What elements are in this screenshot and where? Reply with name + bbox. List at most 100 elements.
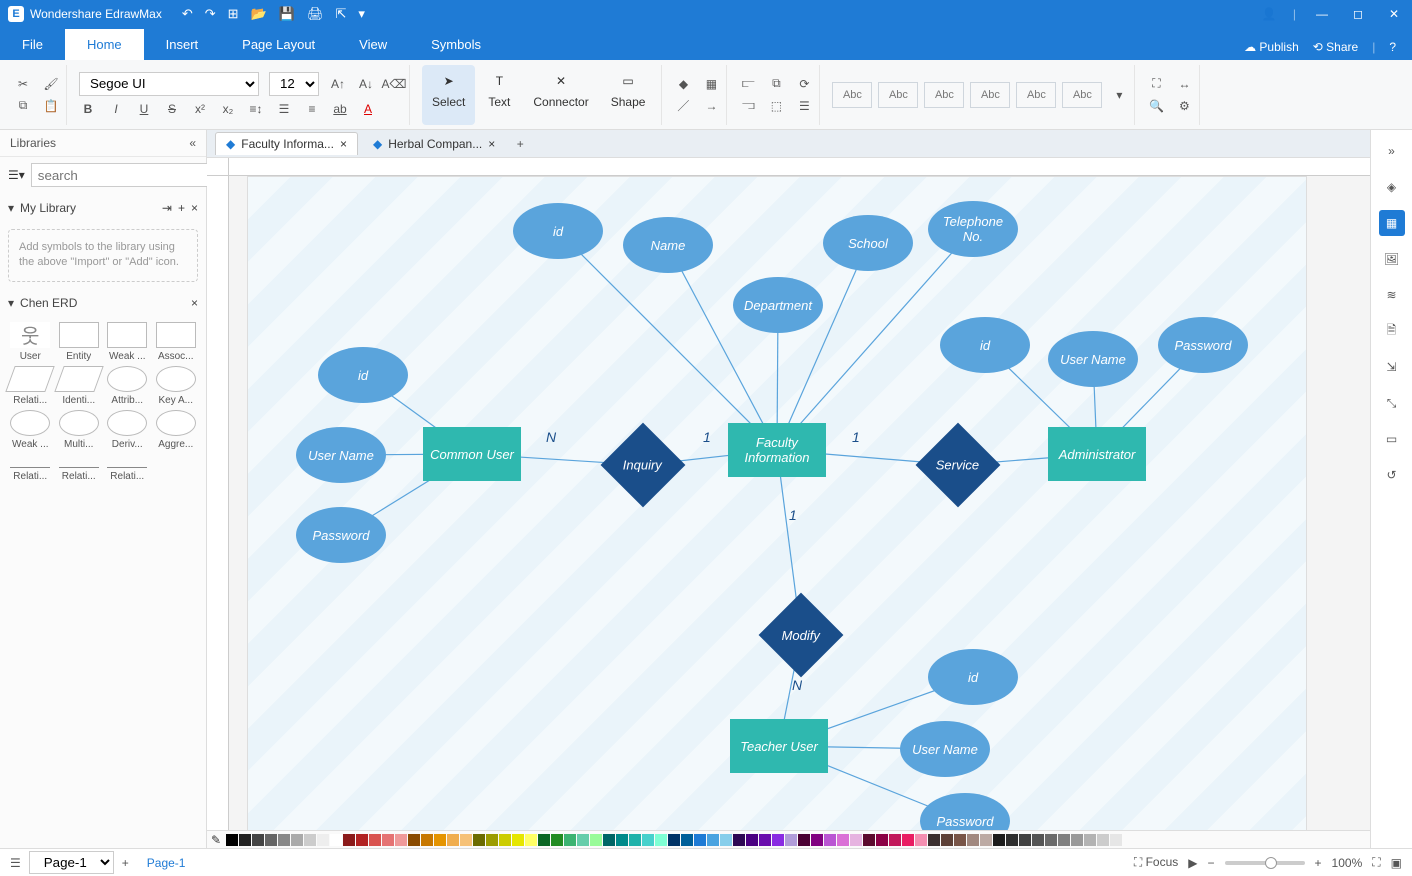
library-shape[interactable]: Weak ...: [105, 322, 150, 362]
color-swatch[interactable]: [499, 834, 511, 846]
color-swatch[interactable]: [1097, 834, 1109, 846]
color-swatch[interactable]: [941, 834, 953, 846]
color-swatch[interactable]: [265, 834, 277, 846]
paste-icon[interactable]: 📋: [42, 97, 60, 115]
menu-tab-file[interactable]: File: [0, 29, 65, 60]
color-swatch[interactable]: [434, 834, 446, 846]
diagram-rel[interactable]: Service: [916, 423, 1001, 508]
color-swatch[interactable]: [694, 834, 706, 846]
color-swatch[interactable]: [720, 834, 732, 846]
menu-tab-insert[interactable]: Insert: [144, 29, 221, 60]
decrease-font-icon[interactable]: A↓: [357, 75, 375, 93]
diagram-attr[interactable]: Name: [623, 217, 713, 273]
style-preset-5[interactable]: Abc: [1062, 82, 1102, 108]
presentation-icon[interactable]: ▭: [1379, 426, 1405, 452]
bold-icon[interactable]: B: [79, 100, 97, 118]
diagram-entity[interactable]: FacultyInformation: [728, 423, 826, 477]
color-swatch[interactable]: [408, 834, 420, 846]
shadow-icon[interactable]: ▦: [702, 75, 720, 93]
page-fit-icon[interactable]: ⛶: [1147, 75, 1165, 93]
color-swatch[interactable]: [564, 834, 576, 846]
canvas[interactable]: Common UserFacultyInformationAdministrat…: [207, 158, 1370, 830]
color-swatch[interactable]: [1019, 834, 1031, 846]
color-swatch[interactable]: [811, 834, 823, 846]
diagram-attr[interactable]: id: [318, 347, 408, 403]
line-spacing-icon[interactable]: ≡↕: [247, 100, 265, 118]
color-swatch[interactable]: [928, 834, 940, 846]
color-palette[interactable]: ✎: [207, 830, 1370, 848]
page-break-icon[interactable]: ↔: [1175, 75, 1193, 93]
diagram-attr[interactable]: School: [823, 215, 913, 271]
color-swatch[interactable]: [460, 834, 472, 846]
copy-icon[interactable]: ⧉: [14, 97, 32, 115]
color-swatch[interactable]: [356, 834, 368, 846]
font-color-icon[interactable]: A: [359, 100, 377, 118]
color-swatch[interactable]: [850, 834, 862, 846]
library-shape[interactable]: Attrib...: [105, 366, 150, 406]
color-swatch[interactable]: [785, 834, 797, 846]
color-swatch[interactable]: [1071, 834, 1083, 846]
library-shape[interactable]: Key A...: [154, 366, 199, 406]
diagram-attr[interactable]: User Name: [296, 427, 386, 483]
rotate-icon[interactable]: ⟳: [795, 75, 813, 93]
close-icon[interactable]: ✕: [1384, 7, 1404, 21]
style-preset-0[interactable]: Abc: [832, 82, 872, 108]
diagram-attr[interactable]: Password: [920, 793, 1010, 830]
fill-icon[interactable]: ◆: [674, 75, 692, 93]
page-tab[interactable]: Page-1: [137, 854, 196, 872]
diagram-rel[interactable]: Modify: [759, 593, 844, 678]
close-tab-icon[interactable]: ×: [488, 137, 495, 151]
italic-icon[interactable]: I: [107, 100, 125, 118]
close-tab-icon[interactable]: ×: [340, 137, 347, 151]
group-icon[interactable]: ⧉: [767, 75, 785, 93]
library-shape[interactable]: Aggre...: [154, 410, 199, 450]
image-icon[interactable]: 🖼: [1379, 246, 1405, 272]
export-right-icon[interactable]: ⇲: [1379, 354, 1405, 380]
theme-icon[interactable]: ◈: [1379, 174, 1405, 200]
numbering-icon[interactable]: ≡: [303, 100, 321, 118]
color-swatch[interactable]: [629, 834, 641, 846]
color-swatch[interactable]: [681, 834, 693, 846]
color-swatch[interactable]: [668, 834, 680, 846]
collapse-sidebar-icon[interactable]: «: [189, 136, 196, 150]
line-style-icon[interactable]: ／: [674, 97, 692, 115]
share-button[interactable]: ⟲ Share: [1313, 40, 1358, 54]
color-swatch[interactable]: [1006, 834, 1018, 846]
color-swatch[interactable]: [304, 834, 316, 846]
color-swatch[interactable]: [512, 834, 524, 846]
increase-font-icon[interactable]: A↑: [329, 75, 347, 93]
page-select[interactable]: Page-1: [29, 851, 114, 874]
focus-button[interactable]: ⛶ Focus: [1134, 855, 1178, 870]
color-swatch[interactable]: [252, 834, 264, 846]
menu-tab-home[interactable]: Home: [65, 29, 144, 60]
library-menu-icon[interactable]: ☰▾: [8, 168, 25, 182]
color-swatch[interactable]: [590, 834, 602, 846]
text-tool[interactable]: TText: [477, 65, 521, 125]
add-doctab-icon[interactable]: +: [510, 137, 530, 151]
diagram-attr[interactable]: id: [513, 203, 603, 259]
color-swatch[interactable]: [889, 834, 901, 846]
play-icon[interactable]: ▶: [1188, 856, 1197, 870]
shape-styles-gallery[interactable]: AbcAbcAbcAbcAbcAbc: [832, 82, 1102, 108]
color-swatch[interactable]: [486, 834, 498, 846]
color-swatch[interactable]: [369, 834, 381, 846]
color-swatch[interactable]: [1110, 834, 1122, 846]
history-icon[interactable]: ↺: [1379, 462, 1405, 488]
color-swatch[interactable]: [876, 834, 888, 846]
style-preset-2[interactable]: Abc: [924, 82, 964, 108]
style-preset-1[interactable]: Abc: [878, 82, 918, 108]
distribute-icon[interactable]: ⫎: [739, 97, 757, 115]
add-page-icon[interactable]: +: [122, 856, 129, 870]
color-swatch[interactable]: [993, 834, 1005, 846]
doc-tab[interactable]: ◆Faculty Informa...×: [215, 132, 358, 155]
color-swatch[interactable]: [980, 834, 992, 846]
export-icon[interactable]: ⇱: [335, 6, 346, 22]
color-swatch[interactable]: [1084, 834, 1096, 846]
expand-right-icon[interactable]: »: [1379, 138, 1405, 164]
menu-tab-page-layout[interactable]: Page Layout: [220, 29, 337, 60]
page-canvas[interactable]: Common UserFacultyInformationAdministrat…: [247, 176, 1307, 830]
underline-icon[interactable]: U: [135, 100, 153, 118]
clear-format-icon[interactable]: A⌫: [385, 75, 403, 93]
color-swatch[interactable]: [824, 834, 836, 846]
color-swatch[interactable]: [239, 834, 251, 846]
